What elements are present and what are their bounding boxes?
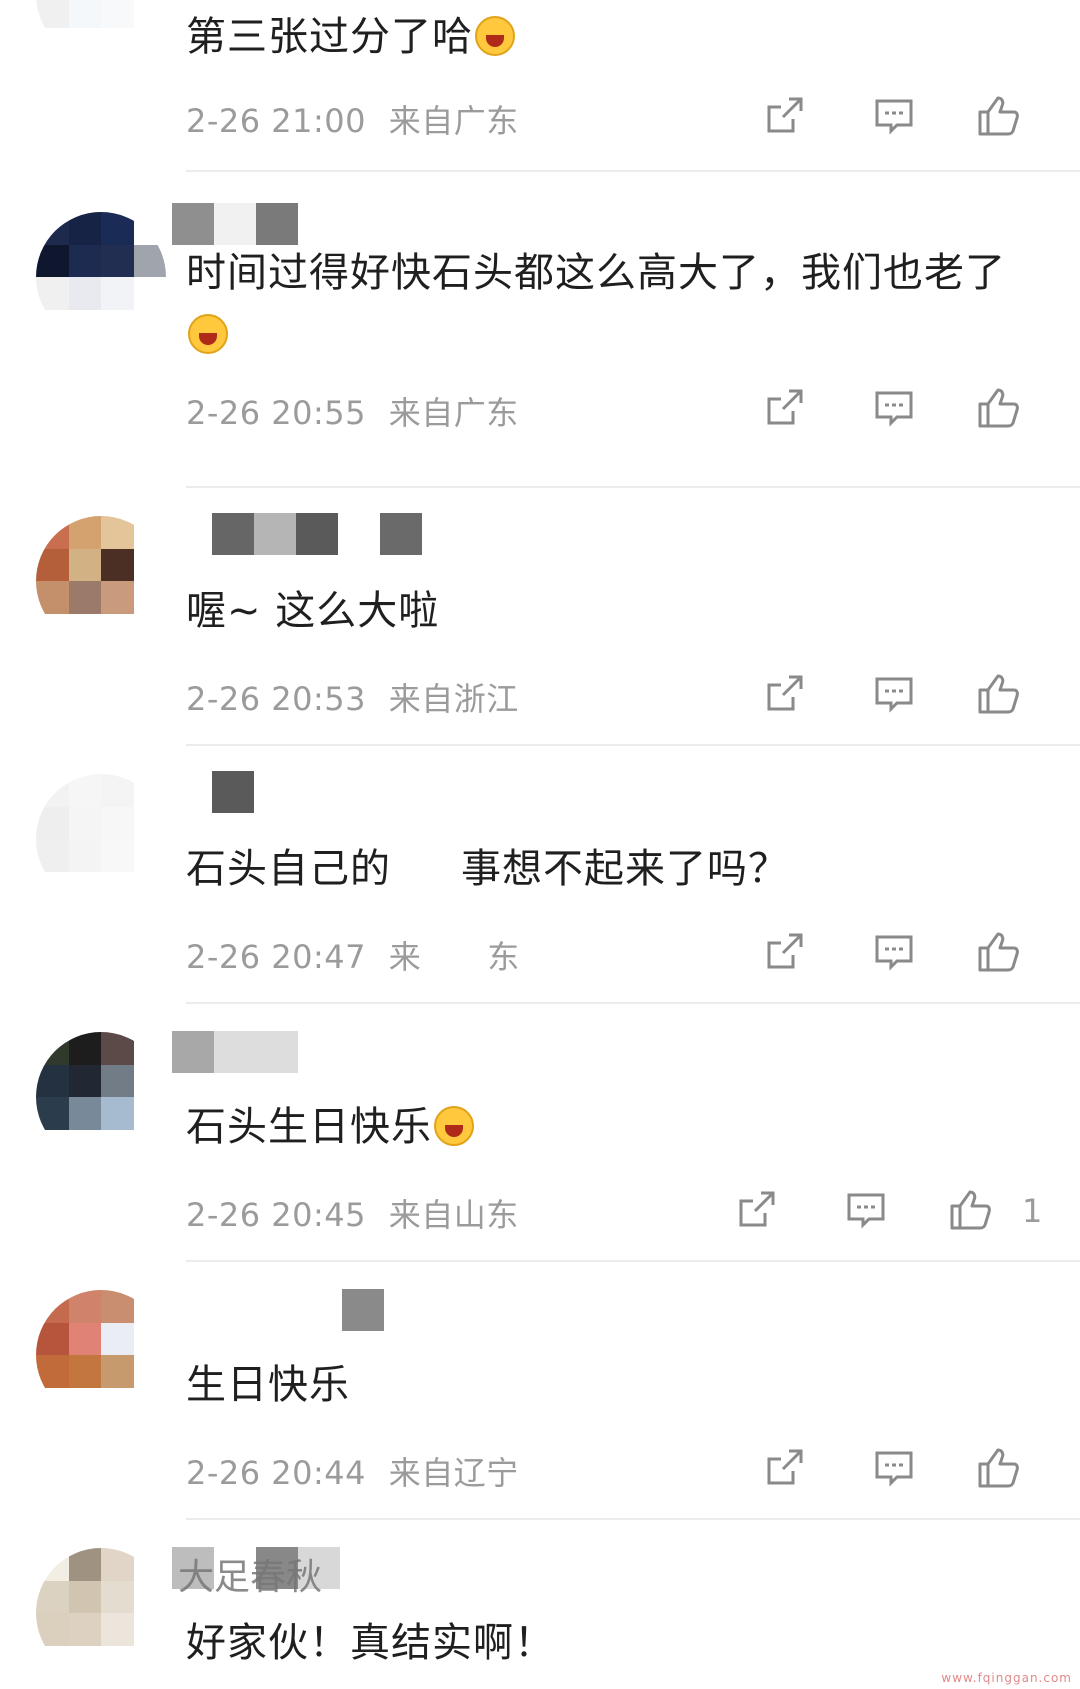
avatar[interactable] [36,516,166,646]
username[interactable]: 大足春秋 [172,1546,340,1598]
comment-meta: 2-26 20:44 来自辽宁 [186,1448,519,1494]
comment-text: 好家伙！真结实啊！ [186,1620,555,1666]
comment-text: 生日快乐 [186,1362,350,1408]
comment-location: 来自广东 [388,102,519,140]
comment-location: 来自辽宁 [388,1454,519,1492]
comment-time: 2-26 20:45 [186,1196,367,1234]
comment-text: 喔~ 这么大啦 [186,588,440,634]
thumbs-up-icon[interactable] [974,92,1022,140]
username-text: 大足春秋 [178,1557,323,1598]
comment-text: 石头生日快乐 [186,1096,1046,1158]
divider [186,170,1080,172]
divider [186,1002,1080,1004]
party-emoji-icon [434,1106,474,1146]
laugh-cry-emoji-icon [188,314,228,354]
username[interactable] [172,1030,298,1074]
comment-meta: 2-26 20:53 来自浙江 [186,674,519,720]
thumbs-up-icon[interactable] [974,670,1022,718]
avatar[interactable] [36,1548,166,1678]
thumbs-up-icon[interactable] [946,1186,994,1234]
comment-time: 2-26 20:53 [186,680,367,718]
comment-icon[interactable] [870,928,918,976]
comment-location: 来自山东 [388,1196,519,1234]
username[interactable] [172,202,298,246]
comment-text: 石头自己的 事想不起来了吗？ [186,846,789,892]
comment-time: 2-26 20:44 [186,1454,367,1492]
comment-time: 2-26 21:00 [186,102,367,140]
avatar[interactable] [36,774,166,904]
comment-meta: 2-26 20:45 来自山东 [186,1190,519,1236]
avatar[interactable] [36,1032,166,1162]
thumbs-up-icon[interactable] [974,1444,1022,1492]
comment-location: 来 [388,938,422,976]
share-icon[interactable] [760,92,808,140]
share-icon[interactable] [760,670,808,718]
share-icon[interactable] [732,1186,780,1234]
comment-icon[interactable] [870,384,918,432]
share-icon[interactable] [760,1444,808,1492]
username[interactable] [172,770,254,814]
comment-location: 来自浙江 [388,680,519,718]
comment-time: 2-26 20:55 [186,394,367,432]
comment-text: 时间过得好快石头都这么高大了，我们也老了 [186,242,1046,366]
divider [186,744,1080,746]
thumbs-up-icon[interactable] [974,384,1022,432]
watermark: www.fqinggan.com [941,1671,1072,1685]
username[interactable] [172,512,422,556]
divider [186,486,1080,488]
like-count: 1 [1022,1192,1043,1230]
username[interactable] [172,1288,384,1332]
share-icon[interactable] [760,384,808,432]
comment-meta: 2-26 21:00 来自广东 [186,96,519,142]
avatar[interactable] [36,0,166,60]
comment-meta: 2-26 20:55 来自广东 [186,388,519,434]
comment-icon[interactable] [842,1186,890,1234]
comment-icon[interactable] [870,1444,918,1492]
share-icon[interactable] [760,928,808,976]
comment-text: 第三张过分了哈 [186,6,1046,68]
grin-emoji-icon [475,16,515,56]
divider [186,1518,1080,1520]
divider [186,1260,1080,1262]
comment-icon[interactable] [870,92,918,140]
comment-time: 2-26 20:47 [186,938,367,976]
comment-icon[interactable] [870,670,918,718]
avatar[interactable] [36,1290,166,1420]
comment-meta: 2-26 20:47 来东 [186,938,520,976]
comment-location: 来自广东 [388,394,519,432]
thumbs-up-icon[interactable] [974,928,1022,976]
avatar[interactable] [36,212,166,342]
